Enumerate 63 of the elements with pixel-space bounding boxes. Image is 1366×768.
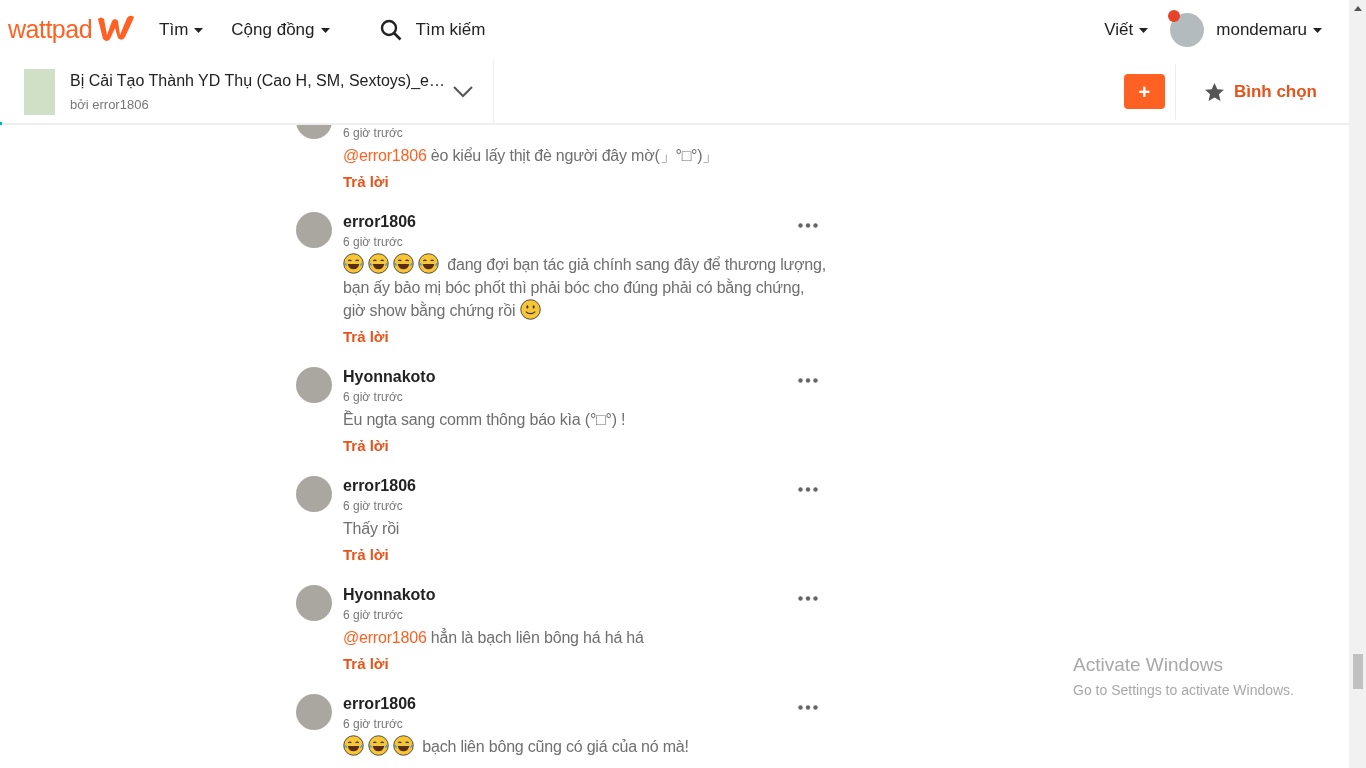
book-cover[interactable]: [24, 68, 55, 115]
comment-text: Thấy rồi: [343, 519, 401, 539]
comment-time: 6 giờ trước: [343, 389, 404, 406]
comment-time: 6 giờ trước: [343, 607, 404, 624]
avatar[interactable]: [296, 212, 332, 248]
comment-text: bạch liên bông cũng có giá của nó mà!: [343, 735, 830, 758]
reply-link[interactable]: Trả lời: [343, 171, 389, 194]
nav-menu-button[interactable]: Cộng đồng: [231, 17, 330, 43]
comment-text: @error1806 hẳn là bạch liên bông há há há: [343, 627, 645, 648]
caret-icon: [320, 27, 330, 33]
avatar[interactable]: [296, 476, 332, 512]
more-options-icon[interactable]: [798, 704, 818, 710]
reply-link[interactable]: Trả lời: [343, 326, 389, 349]
caret-icon: [1313, 27, 1322, 33]
comment-time: 6 giờ trước: [343, 234, 404, 251]
more-options-icon[interactable]: [798, 595, 818, 601]
mention-link[interactable]: @error1806: [343, 147, 427, 164]
comment-text: Ều ngta sang comm thông báo kìa (°□°) !: [343, 409, 627, 430]
mention-link[interactable]: @error1806: [343, 629, 427, 646]
comment-time: 6 giờ trước: [343, 498, 404, 515]
avatar: [1170, 13, 1205, 47]
story-title[interactable]: Bị Cải Tạo Thành YD Thụ (Cao H, SM, Sextoys)_e…: [70, 68, 447, 93]
smiley-emoji-icon: [519, 299, 541, 320]
comment-author[interactable]: error1806: [343, 210, 416, 234]
comment-author[interactable]: error1806: [343, 474, 416, 498]
comment-author[interactable]: error1806: [343, 692, 416, 716]
laughing-tears-emoji-icon: [343, 253, 364, 274]
comment-author[interactable]: Hyonnakoto: [343, 365, 436, 389]
story-byline[interactable]: bởi error1806: [70, 94, 447, 115]
comment-text: @error1806 èo kiểu lấy thịt đè người đây mờ(」°□°)」: [343, 146, 720, 166]
laughing-tears-emoji-icon: [368, 735, 389, 756]
laughing-tears-emoji-icon: [368, 253, 389, 274]
more-options-icon[interactable]: [798, 222, 818, 228]
avatar[interactable]: [296, 367, 332, 403]
comment-text: đang đợi bạn tác giả chính sang đây để thương lượng, bạn ấy bảo mị bóc phốt thì phải bóc cho đúng phải có bằng chứng, giờ show bằng chứng rồi: [343, 253, 830, 322]
comment-time: 6 giờ trước: [343, 716, 404, 733]
search-icon: [379, 19, 402, 41]
laughing-tears-emoji-icon: [418, 253, 439, 274]
more-options-icon[interactable]: [798, 486, 818, 492]
reply-link[interactable]: Trả lời: [343, 653, 389, 676]
caret-icon: [1139, 27, 1149, 33]
comment-time: 6 giờ trước: [343, 125, 404, 142]
activation-title: Activate Windows: [1073, 653, 1224, 677]
caret-icon: [194, 27, 204, 33]
avatar[interactable]: [296, 585, 332, 621]
laughing-tears-emoji-icon: [343, 735, 364, 756]
activation-subtitle: Go to Settings to activate Windows.: [1073, 680, 1294, 700]
logo-text[interactable]: wattpad: [8, 11, 93, 49]
chevron-down-icon[interactable]: [453, 85, 473, 98]
add-button[interactable]: +: [1123, 74, 1165, 109]
nav-menu-button[interactable]: Tìm: [159, 17, 204, 43]
laughing-tears-emoji-icon: [393, 735, 414, 756]
reply-link[interactable]: Trả lời: [343, 544, 389, 567]
comment-author[interactable]: Hyonnakoto: [343, 583, 436, 607]
search-field[interactable]: Tìm kiếm: [415, 17, 536, 43]
reply-link[interactable]: Trả lời: [343, 435, 389, 458]
more-options-icon[interactable]: [798, 377, 818, 383]
star-icon: [1204, 82, 1224, 101]
laughing-tears-emoji-icon: [393, 253, 414, 274]
user-menu-button[interactable]: mondemaru: [1170, 13, 1322, 47]
avatar[interactable]: [296, 694, 332, 730]
write-menu-button[interactable]: Viết: [1104, 17, 1149, 43]
vote-button[interactable]: Bình chọn: [1175, 78, 1349, 105]
